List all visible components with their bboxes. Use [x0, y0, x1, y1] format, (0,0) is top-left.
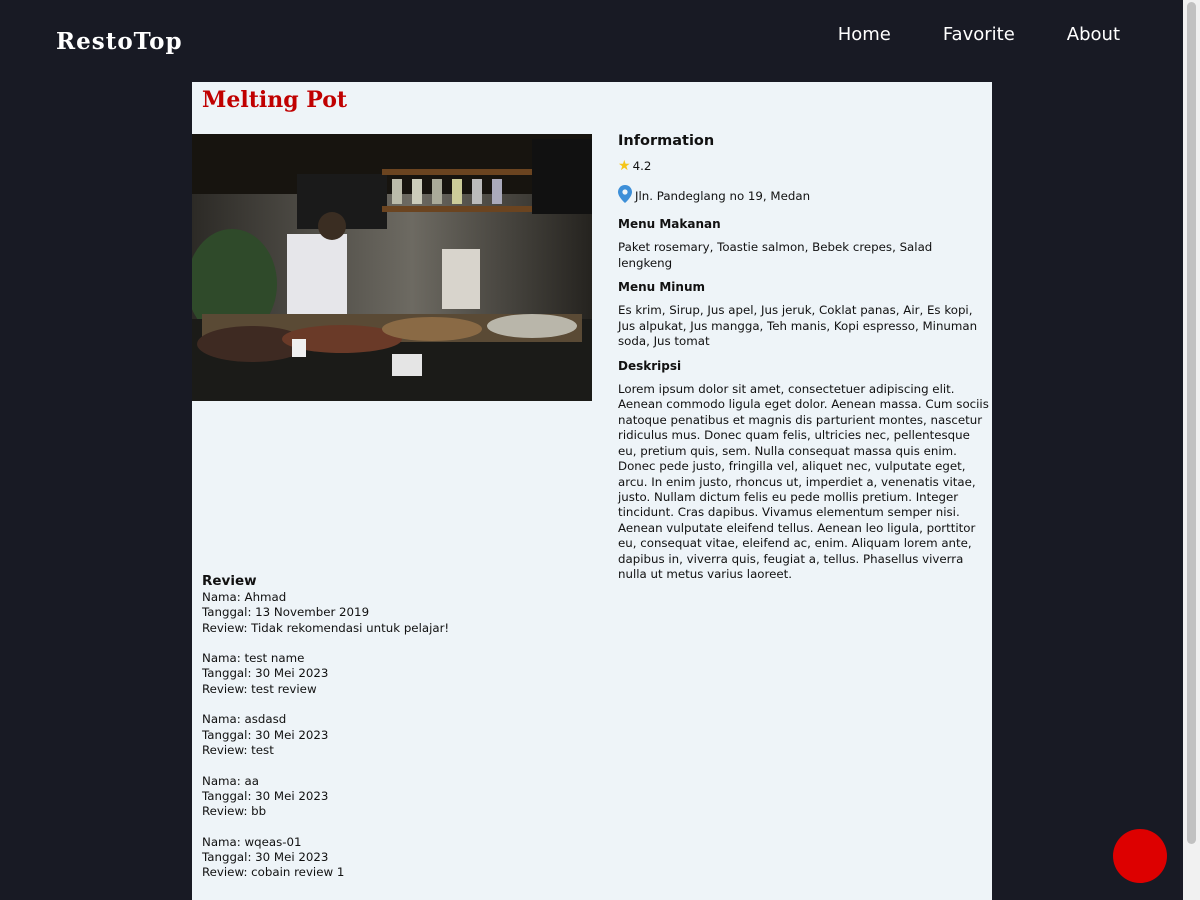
review-date: Tanggal: 13 November 2019: [202, 605, 370, 620]
rating-value: 4.2: [632, 158, 652, 173]
nav-about[interactable]: About: [1067, 24, 1120, 45]
vertical-scrollbar[interactable]: [1183, 0, 1200, 900]
scrollbar-thumb[interactable]: [1187, 2, 1196, 844]
food-heading: Menu Makanan: [618, 216, 721, 231]
review-section: Review Nama: Ahmad Tanggal: 13 November …: [202, 572, 702, 896]
restaurant-detail: Melting Pot Information ★ 4.2 Jln. Pande…: [192, 82, 992, 900]
restaurant-name: Melting Pot: [202, 87, 348, 113]
review-item: Nama: Ahmad Tanggal: 13 November 2019 Re…: [202, 590, 702, 636]
restaurant-photo-image: [192, 134, 592, 401]
drink-list: Es krim, Sirup, Jus apel, Jus jeruk, Cok…: [618, 303, 978, 349]
favorite-button[interactable]: [1113, 829, 1167, 883]
review-text: Review: cobain review 1: [202, 865, 345, 880]
review-text: Review: bb: [202, 804, 267, 819]
info-heading: Information: [618, 133, 715, 149]
food-list: Paket rosemary, Toastie salmon, Bebek cr…: [618, 240, 933, 270]
review-item: Nama: wqeas-01 Tanggal: 30 Mei 2023 Revi…: [202, 835, 702, 881]
description-text: Lorem ipsum dolor sit amet, consectetuer…: [618, 382, 989, 581]
review-item: Nama: aa Tanggal: 30 Mei 2023 Review: bb: [202, 774, 702, 820]
rating: ★ 4.2: [618, 157, 990, 175]
address-text: Jln. Pandeglang no 19, Medan: [635, 188, 811, 203]
nav-favorite[interactable]: Favorite: [943, 24, 1015, 45]
review-date: Tanggal: 30 Mei 2023: [202, 727, 329, 742]
review-date: Tanggal: 30 Mei 2023: [202, 788, 329, 803]
nav-home[interactable]: Home: [838, 24, 891, 45]
review-text: Review: test review: [202, 681, 317, 696]
review-date: Tanggal: 30 Mei 2023: [202, 666, 329, 681]
star-icon: ★: [618, 157, 631, 174]
description-heading: Deskripsi: [618, 358, 682, 373]
review-name: Nama: test name: [202, 651, 305, 666]
address: Jln. Pandeglang no 19, Medan: [618, 185, 990, 207]
drink-heading: Menu Minum: [618, 280, 705, 295]
review-name: Nama: aa: [202, 773, 259, 788]
brand-logo: RestoTop: [56, 28, 183, 55]
review-heading: Review: [202, 573, 257, 589]
restaurant-photo: [192, 134, 592, 401]
review-text: Review: Tidak rekomendasi untuk pelajar!: [202, 620, 450, 635]
map-pin-icon: [618, 185, 632, 207]
review-text: Review: test: [202, 742, 274, 757]
main-nav: Home Favorite About: [786, 24, 1120, 45]
review-date: Tanggal: 30 Mei 2023: [202, 850, 329, 865]
info-section: Information ★ 4.2 Jln. Pandeglang no 19,…: [618, 133, 990, 582]
review-item: Nama: test name Tanggal: 30 Mei 2023 Rev…: [202, 651, 702, 697]
review-name: Nama: wqeas-01: [202, 834, 302, 849]
review-name: Nama: asdasd: [202, 712, 287, 727]
review-item: Nama: asdasd Tanggal: 30 Mei 2023 Review…: [202, 712, 702, 758]
review-name: Nama: Ahmad: [202, 590, 287, 604]
